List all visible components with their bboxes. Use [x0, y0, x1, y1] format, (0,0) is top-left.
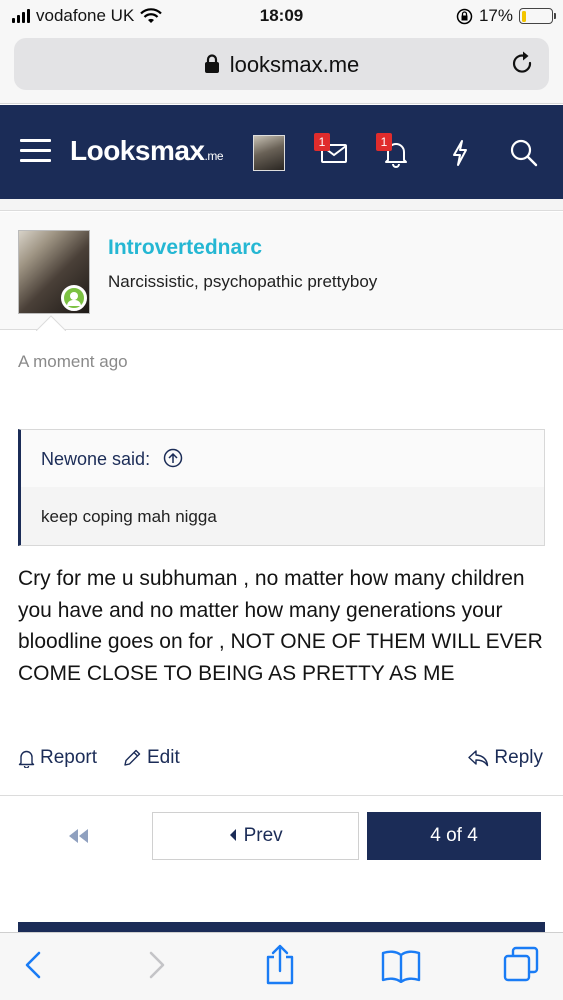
share-icon[interactable]	[264, 943, 296, 985]
rotation-lock-icon	[456, 8, 473, 24]
logo-text: Looksmax	[70, 135, 205, 166]
post-user-info: Introvertednarc Narcissistic, psychopath…	[0, 212, 563, 330]
report-button[interactable]: Report	[18, 747, 97, 769]
logo-suffix: .me	[204, 149, 224, 163]
search-icon[interactable]	[510, 139, 538, 167]
inbox-button[interactable]: 1	[314, 133, 350, 172]
prev-label: Prev	[243, 825, 283, 846]
edit-label: Edit	[147, 747, 180, 768]
next-section-peek	[18, 922, 545, 932]
tabs-icon[interactable]	[502, 945, 540, 983]
reply-icon	[468, 750, 489, 767]
address-bar[interactable]: looksmax.me	[14, 38, 549, 90]
battery-level	[521, 10, 527, 22]
browser-toolbar	[0, 932, 563, 1000]
browser-chrome: looksmax.me	[0, 32, 563, 104]
menu-icon[interactable]	[20, 139, 51, 163]
site-header: Looksmax.me 1 1	[0, 105, 563, 199]
site-logo[interactable]: Looksmax.me	[70, 135, 224, 167]
post-separator	[0, 199, 563, 211]
reply-button[interactable]: Reply	[467, 747, 543, 769]
alerts-badge: 1	[376, 133, 392, 151]
prev-page-button[interactable]: Prev	[152, 812, 359, 860]
battery-icon	[519, 8, 556, 24]
account-avatar[interactable]	[253, 135, 285, 171]
arrow-circle-up-icon	[163, 448, 183, 468]
status-bar: vodafone UK 18:09 17%	[0, 0, 563, 32]
first-page-icon[interactable]	[66, 827, 92, 845]
post-username[interactable]: Introvertednarc	[108, 236, 262, 260]
back-icon[interactable]	[22, 947, 44, 983]
caret-left-icon	[230, 829, 237, 841]
reload-icon[interactable]	[511, 51, 535, 77]
post-timestamp[interactable]: A moment ago	[18, 352, 128, 372]
reply-label: Reply	[494, 747, 543, 768]
post-actions: Report Edit Reply	[18, 747, 545, 773]
userbox-pointer	[36, 315, 66, 331]
quote-block: Newone said: keep coping mah nigga	[18, 429, 545, 546]
bell-outline-icon	[18, 750, 35, 768]
quote-text: keep coping mah nigga	[21, 487, 544, 545]
bookmarks-icon[interactable]	[381, 949, 421, 983]
user-title: Narcissistic, psychopathic prettyboy	[108, 272, 378, 291]
quote-author-link[interactable]: Newone said:	[21, 430, 544, 487]
edit-button[interactable]: Edit	[122, 747, 180, 769]
lightning-icon[interactable]	[450, 139, 470, 167]
forward-icon[interactable]	[146, 947, 168, 983]
alerts-button[interactable]: 1	[376, 133, 412, 174]
quote-author: Newone said:	[41, 449, 151, 469]
battery-info: 17%	[456, 6, 556, 26]
post-message: Cry for me u subhuman , no matter how ma…	[18, 567, 543, 685]
battery-percent: 17%	[478, 6, 513, 25]
page-indicator[interactable]: 4 of 4	[367, 812, 541, 860]
online-status-icon	[61, 285, 87, 311]
inbox-badge: 1	[314, 133, 330, 151]
divider	[0, 795, 563, 796]
pencil-icon	[124, 749, 141, 766]
lock-icon	[204, 54, 219, 73]
report-label: Report	[40, 747, 98, 768]
url-text: looksmax.me	[229, 52, 360, 77]
